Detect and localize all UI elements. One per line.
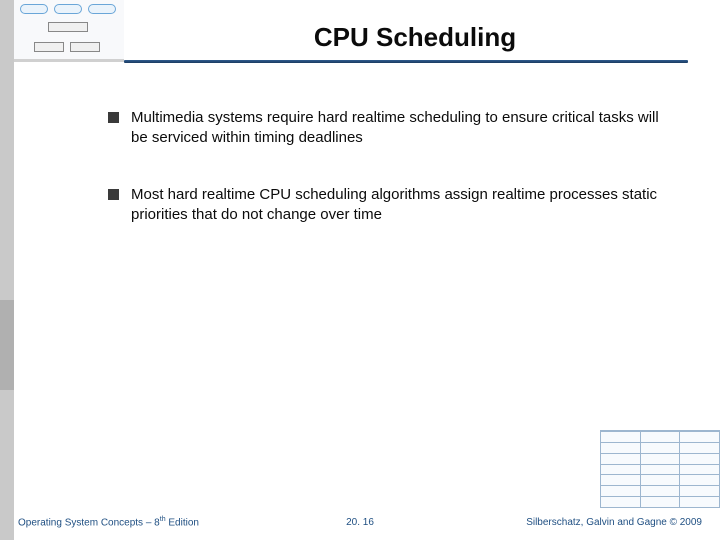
bullet-text: Most hard realtime CPU scheduling algori… (131, 185, 670, 226)
slide-title: CPU Scheduling (150, 22, 680, 53)
left-accent-bar (0, 0, 14, 540)
corner-diagram-decoration (14, 0, 124, 62)
bullet-text: Multimedia systems require hard realtime… (131, 108, 670, 149)
footer: Operating System Concepts – 8th Edition … (18, 516, 702, 528)
content-area: Multimedia systems require hard realtime… (108, 108, 670, 261)
footer-right: Silberschatz, Galvin and Gagne © 2009 (526, 517, 702, 528)
bullet-item: Most hard realtime CPU scheduling algori… (108, 185, 670, 226)
bullet-marker-icon (108, 189, 119, 200)
footer-center: 20. 16 (346, 517, 374, 528)
title-underline (124, 60, 688, 63)
footer-left-prefix: Operating System Concepts – 8 (18, 517, 160, 528)
slide: CPU Scheduling Multimedia systems requir… (0, 0, 720, 540)
footer-left-suffix: Edition (166, 517, 199, 528)
left-accent-bar-dark (0, 300, 14, 390)
bullet-item: Multimedia systems require hard realtime… (108, 108, 670, 149)
bullet-marker-icon (108, 112, 119, 123)
footer-left: Operating System Concepts – 8th Edition (18, 516, 199, 528)
corner-table-decoration (600, 430, 720, 508)
